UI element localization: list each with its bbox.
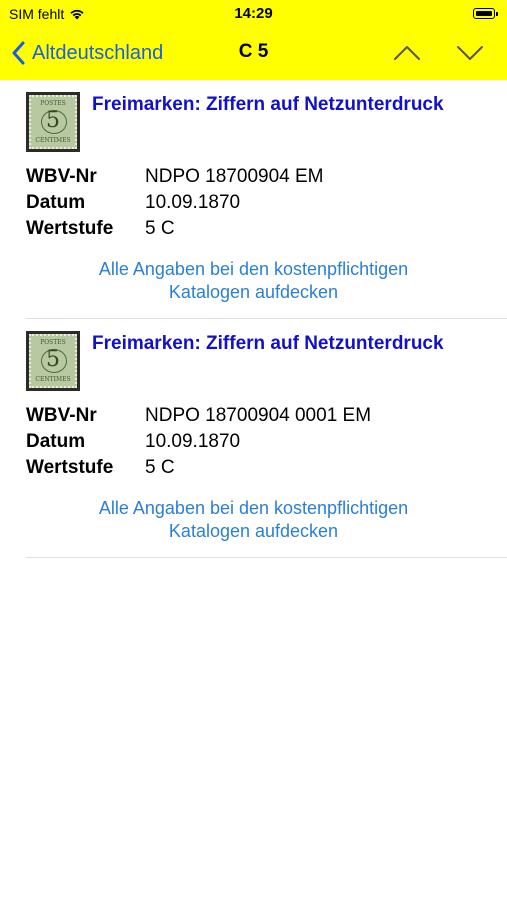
stamp-image: POSTES 5 CENTIMES (29, 334, 77, 388)
stamp-image: POSTES 5 CENTIMES (29, 95, 77, 149)
datum-value: 10.09.1870 (145, 431, 241, 452)
stamp-digit: 5 (46, 347, 60, 372)
stamp-bottom-text: CENTIMES (35, 137, 71, 144)
chevron-left-icon (12, 41, 25, 65)
stamp-thumbnail[interactable]: POSTES 5 CENTIMES (26, 92, 80, 152)
status-bar: SIM fehlt 14:29 (0, 0, 507, 28)
back-button-label: Altdeutschland (32, 41, 164, 64)
wbv-value: NDPO 18700904 0001 EM (145, 405, 372, 426)
chevron-down-icon (457, 46, 483, 60)
chevron-up-icon (394, 46, 420, 60)
entry-title-link[interactable]: Freimarken: Ziffern auf Netzunterdruck (92, 332, 499, 356)
list-item: POSTES 5 CENTIMES Freimarken: Ziffern au… (26, 80, 507, 319)
detail-table: WBV-Nr NDPO 18700904 EM Datum 10.09.1870… (26, 164, 507, 242)
detail-row-wbv: WBV-Nr NDPO 18700904 EM (26, 164, 507, 190)
detail-row-datum: Datum 10.09.1870 (26, 429, 507, 455)
datum-value: 10.09.1870 (145, 192, 241, 213)
unlock-link-line1: Alle Angaben bei den kostenpflichtigen (98, 498, 409, 518)
stamp-bottom-text: CENTIMES (35, 376, 71, 383)
list-item: POSTES 5 CENTIMES Freimarken: Ziffern au… (26, 319, 507, 558)
detail-row-datum: Datum 10.09.1870 (26, 190, 507, 216)
wertstufe-value: 5 C (145, 218, 175, 239)
unlock-link-line2: Katalogen aufdecken (168, 282, 339, 302)
wertstufe-value: 5 C (145, 457, 175, 478)
unlock-catalog-link[interactable]: Alle Angaben bei den kostenpflichtigen K… (26, 497, 481, 543)
wbv-label: WBV-Nr (26, 405, 97, 426)
next-button[interactable] (455, 40, 485, 66)
entry-title-link[interactable]: Freimarken: Ziffern auf Netzunterdruck (92, 93, 499, 117)
detail-row-wertstufe: Wertstufe 5 C (26, 455, 507, 481)
stamp-list: POSTES 5 CENTIMES Freimarken: Ziffern au… (0, 80, 507, 558)
previous-button[interactable] (392, 40, 422, 66)
detail-row-wbv: WBV-Nr NDPO 18700904 0001 EM (26, 403, 507, 429)
wbv-value: NDPO 18700904 EM (145, 166, 324, 187)
datum-label: Datum (26, 431, 86, 452)
status-time: 14:29 (234, 5, 273, 22)
stamp-top-text: POSTES (40, 100, 66, 107)
detail-row-wertstufe: Wertstufe 5 C (26, 216, 507, 242)
wertstufe-label: Wertstufe (26, 218, 114, 239)
stamp-top-text: POSTES (40, 339, 66, 346)
entry-header: POSTES 5 CENTIMES Freimarken: Ziffern au… (26, 92, 507, 152)
back-button[interactable]: Altdeutschland (12, 38, 163, 68)
wbv-label: WBV-Nr (26, 166, 97, 187)
wertstufe-label: Wertstufe (26, 457, 114, 478)
detail-table: WBV-Nr NDPO 18700904 0001 EM Datum 10.09… (26, 403, 507, 481)
entry-header: POSTES 5 CENTIMES Freimarken: Ziffern au… (26, 331, 507, 391)
unlock-link-line2: Katalogen aufdecken (168, 521, 339, 541)
unlock-catalog-link[interactable]: Alle Angaben bei den kostenpflichtigen K… (26, 258, 481, 304)
stamp-digit: 5 (46, 108, 60, 133)
stamp-thumbnail[interactable]: POSTES 5 CENTIMES (26, 331, 80, 391)
unlock-link-line1: Alle Angaben bei den kostenpflichtigen (98, 259, 409, 279)
navigation-bar: Altdeutschland C 5 (0, 28, 507, 80)
battery-icon (473, 8, 498, 19)
datum-label: Datum (26, 192, 86, 213)
